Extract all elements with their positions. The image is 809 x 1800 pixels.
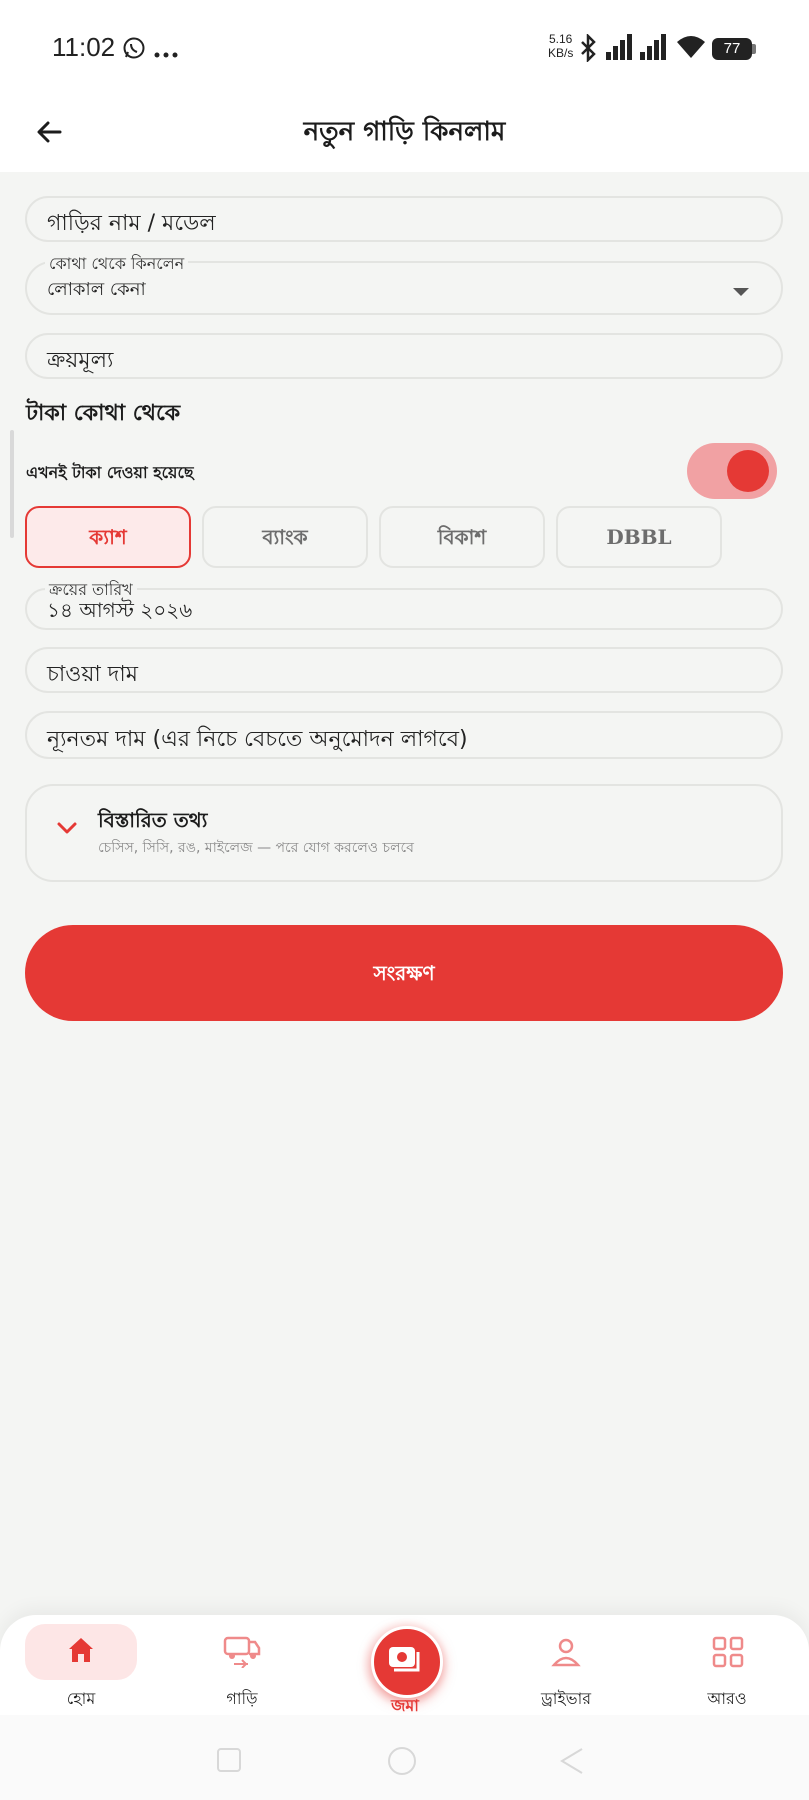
payment-chip-bkash[interactable]: বিকাশ — [379, 506, 545, 568]
signal-icon — [606, 34, 634, 64]
net-speed-unit: KB/s — [548, 46, 574, 60]
car-icon[interactable] — [222, 1634, 262, 1672]
details-subtitle: চেসিস, সিসি, রঙ, মাইলেজ — পরে যোগ করলেও … — [98, 840, 414, 856]
payment-chip-bank[interactable]: ব্যাংক — [202, 506, 368, 568]
purchase-price-placeholder: ক্রয়মূল্য — [47, 348, 114, 373]
whatsapp-icon — [122, 36, 146, 64]
bluetooth-icon — [578, 32, 598, 66]
battery-icon: 77 — [712, 38, 752, 60]
min-price-input[interactable]: ন্যূনতম দাম (এর নিচে বেচতে অনুমোদন লাগবে… — [25, 711, 783, 759]
battery-cap — [752, 44, 756, 54]
nav-label-car: গাড়ি — [226, 1689, 258, 1708]
nav-label-home: হোম — [66, 1689, 96, 1708]
signal-icon — [640, 34, 668, 64]
dropdown-arrow-icon — [731, 283, 751, 302]
home-circle-icon[interactable] — [386, 1745, 418, 1781]
nav-label-driver: ড্রাইভার — [540, 1689, 592, 1708]
user-icon[interactable] — [550, 1636, 582, 1672]
min-price-placeholder: ন্যূনতম দাম (এর নিচে বেচতে অনুমোদন লাগবে… — [47, 727, 468, 752]
source-select[interactable]: কোথা থেকে কিনলেন লোকাল কেনা — [25, 251, 783, 315]
asking-price-placeholder: চাওয়া দাম — [47, 662, 138, 687]
wifi-icon — [675, 34, 707, 64]
net-speed: 5.16 KB/s — [548, 32, 573, 60]
purchase-price-input[interactable]: ক্রয়মূল্য — [25, 333, 783, 379]
car-name-placeholder: গাড়ির নাম / মডেল — [47, 211, 216, 236]
asking-price-input[interactable]: চাওয়া দাম — [25, 647, 783, 693]
net-speed-value: 5.16 — [548, 32, 573, 46]
home-icon — [65, 1634, 97, 1670]
purchase-date-field[interactable]: ক্রয়ের তারিখ ১৪ আগস্ট ২০২৬ — [25, 577, 783, 630]
chevron-down-icon — [56, 820, 78, 839]
nav-label-more: আরও — [707, 1689, 747, 1708]
source-label: কোথা থেকে কিনলেন — [45, 251, 189, 278]
more-icon — [154, 44, 178, 63]
details-title: বিস্তারিত তথ্য — [98, 808, 208, 832]
money-source-title: টাকা কোথা থেকে — [26, 401, 181, 426]
source-value: লোকাল কেনা — [47, 279, 146, 300]
grid-icon[interactable] — [712, 1636, 744, 1672]
payment-chip-cash[interactable]: ক্যাশ — [25, 506, 191, 568]
payment-chip-dbbl[interactable]: DBBL — [556, 506, 722, 568]
recents-icon[interactable] — [216, 1747, 242, 1777]
money-icon — [386, 1644, 422, 1678]
scroll-indicator — [10, 430, 14, 538]
back-triangle-icon[interactable] — [558, 1747, 586, 1779]
save-button[interactable]: সংরক্ষণ — [25, 925, 783, 1021]
toggle-knob — [727, 450, 769, 492]
page-title: নতুন গাড়ি কিনলাম — [303, 117, 506, 147]
car-name-input[interactable]: গাড়ির নাম / মডেল — [25, 196, 783, 242]
purchase-date-value: ১৪ আগস্ট ২০২৬ — [47, 598, 193, 622]
paid-now-label: এখনই টাকা দেওয়া হয়েছে — [26, 463, 194, 482]
status-time: 11:02 — [52, 32, 116, 62]
